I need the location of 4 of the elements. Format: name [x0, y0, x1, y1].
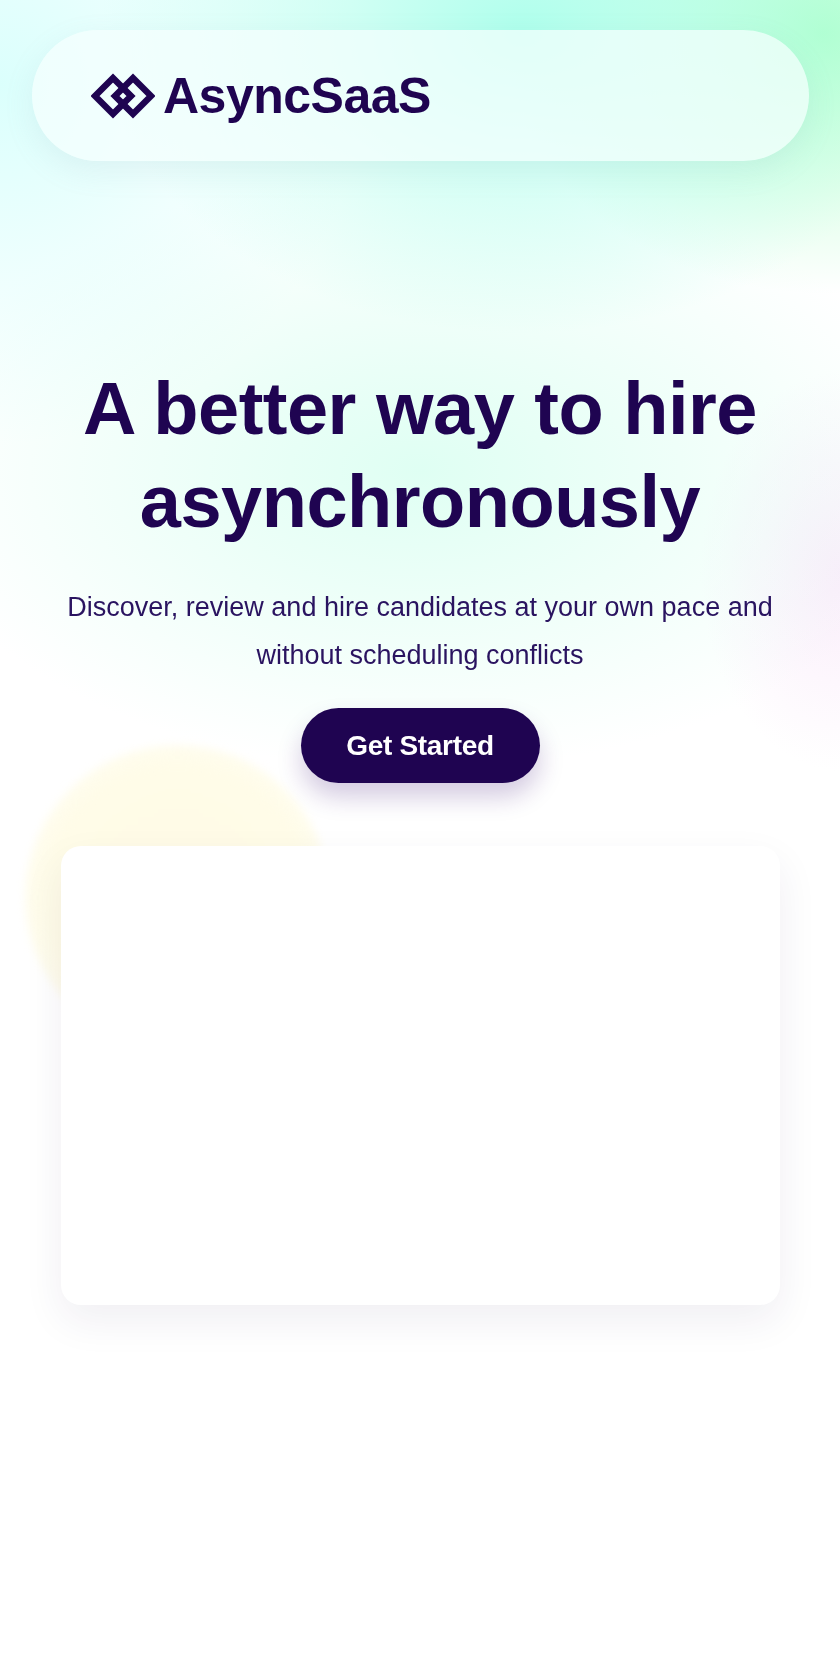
get-started-button[interactable]: Get Started: [300, 708, 540, 783]
logo-link[interactable]: AsyncSaaS: [91, 70, 431, 121]
hero-subtitle: Discover, review and hire candidates at your own pace and without scheduling conflicts: [66, 591, 774, 672]
hero-title: A better way to hire asynchronously: [82, 366, 758, 545]
